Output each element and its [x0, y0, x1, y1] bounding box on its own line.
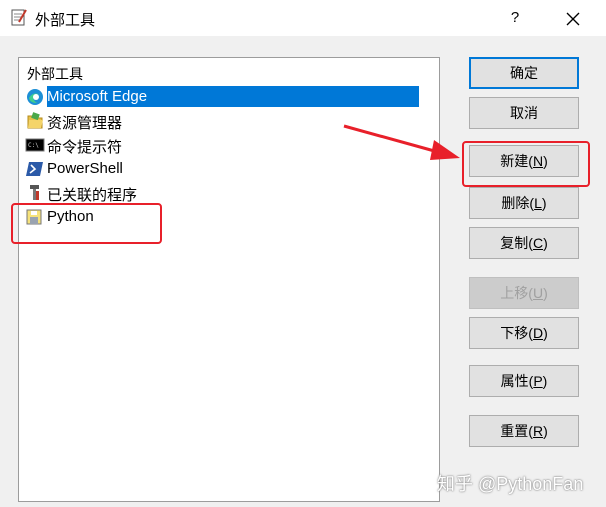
copy-button-accesskey: C	[532, 235, 544, 251]
ok-button[interactable]: 确定	[469, 57, 579, 89]
new-button[interactable]: 新建(N)	[469, 145, 579, 177]
copy-button-label: 复制(	[500, 235, 533, 251]
properties-button-label-end: )	[542, 373, 548, 389]
new-button-label: 新建(	[500, 153, 533, 169]
list-item-label: 资源管理器	[47, 115, 123, 132]
list-header: 外部工具	[27, 66, 83, 82]
delete-button-accesskey: L	[534, 195, 542, 211]
move-up-button-label-end: )	[543, 285, 548, 301]
edge-icon	[25, 88, 45, 106]
cmd-icon: C:\	[25, 136, 45, 154]
move-up-button-accesskey: U	[532, 285, 544, 301]
help-button[interactable]: ?	[500, 4, 530, 32]
cancel-button[interactable]: 取消	[469, 97, 579, 129]
move-down-button[interactable]: 下移(D)	[469, 317, 579, 349]
watermark: 知乎 @PythonFan	[437, 474, 584, 494]
delete-button[interactable]: 删除(L)	[469, 187, 579, 219]
svg-text:C:\: C:\	[28, 142, 39, 149]
list-item-label: 命令提示符	[47, 139, 123, 156]
new-button-label-end: )	[543, 153, 548, 169]
cancel-button-label: 取消	[510, 105, 538, 121]
properties-button[interactable]: 属性(P)	[469, 365, 579, 397]
list-item-microsoft-edge[interactable]: Microsoft Edge	[23, 86, 435, 108]
reset-button-accesskey: R	[532, 423, 544, 439]
close-button[interactable]	[555, 4, 591, 32]
new-button-accesskey: N	[532, 153, 544, 169]
properties-button-label: 属性(	[500, 373, 534, 389]
list-item-label: Python	[47, 208, 94, 225]
copy-button[interactable]: 复制(C)	[469, 227, 579, 259]
window-title: 外部工具	[35, 12, 96, 29]
list-item-associated-programs[interactable]: 已关联的程序	[23, 182, 435, 204]
move-down-button-label-end: )	[543, 325, 548, 341]
reset-button-label-end: )	[543, 423, 548, 439]
title-bar: 外部工具 ?	[0, 0, 606, 36]
list-item-label: Microsoft Edge	[47, 86, 419, 107]
folder-icon	[25, 112, 45, 130]
move-up-button[interactable]: 上移(U)	[469, 277, 579, 309]
reset-button-label: 重置(	[500, 423, 533, 439]
close-icon	[566, 12, 580, 26]
move-down-button-label: 下移(	[500, 325, 533, 341]
ok-button-label: 确定	[510, 65, 538, 81]
move-up-button-label: 上移(	[500, 285, 533, 301]
annotation-arrow	[343, 124, 460, 160]
python-icon	[25, 208, 45, 226]
move-down-button-accesskey: D	[532, 325, 544, 341]
copy-button-label-end: )	[543, 235, 548, 251]
list-item-label: 已关联的程序	[47, 187, 138, 204]
reset-button[interactable]: 重置(R)	[469, 415, 579, 447]
list-item-python[interactable]: Python	[23, 206, 435, 228]
list-item-label: PowerShell	[47, 160, 123, 177]
notepad-icon	[10, 8, 28, 26]
properties-button-accesskey: P	[533, 373, 543, 389]
delete-button-label: 删除(	[501, 195, 535, 211]
tools-icon	[25, 184, 45, 202]
delete-button-label-end: )	[541, 195, 547, 211]
powershell-icon	[25, 160, 45, 178]
